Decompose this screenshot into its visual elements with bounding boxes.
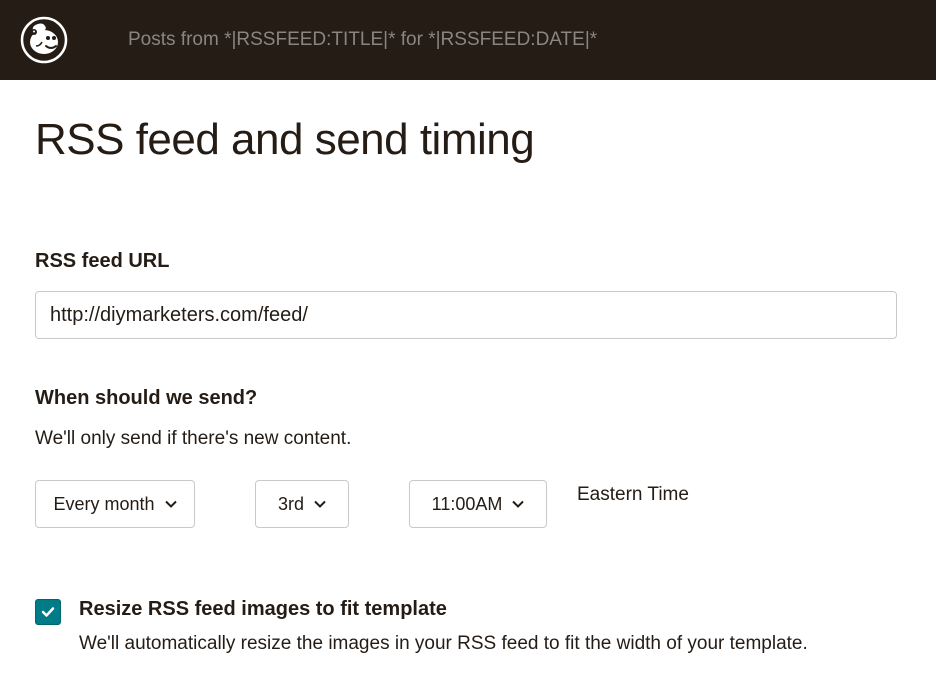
checkmark-icon [40, 604, 56, 620]
rss-url-label: RSS feed URL [35, 250, 901, 273]
chevron-down-icon [314, 498, 326, 510]
chevron-down-icon [165, 498, 177, 510]
resize-content: Resize RSS feed images to fit template W… [79, 598, 901, 655]
frequency-dropdown[interactable]: Every month [35, 480, 195, 528]
day-value: 3rd [278, 494, 304, 515]
resize-option: Resize RSS feed images to fit template W… [35, 598, 901, 655]
time-dropdown[interactable]: 11:00AM [409, 480, 547, 528]
header-title: Posts from *|RSSFEED:TITLE|* for *|RSSFE… [128, 29, 597, 51]
frequency-value: Every month [53, 494, 154, 515]
page-title: RSS feed and send timing [35, 115, 901, 165]
day-dropdown[interactable]: 3rd [255, 480, 349, 528]
schedule-helper: We'll only send if there's new content. [35, 428, 901, 450]
resize-label: Resize RSS feed images to fit template [79, 598, 901, 621]
rss-url-input[interactable] [35, 291, 897, 339]
chevron-down-icon [512, 498, 524, 510]
main-content: RSS feed and send timing RSS feed URL Wh… [0, 80, 936, 655]
time-value: 11:00AM [432, 494, 503, 515]
mailchimp-logo[interactable] [20, 16, 68, 64]
schedule-label: When should we send? [35, 387, 901, 410]
timezone-label: Eastern Time [577, 484, 689, 506]
schedule-dropdowns: Every month 3rd 11:00AM Eastern Time [35, 480, 901, 528]
resize-checkbox[interactable] [35, 599, 61, 625]
resize-helper: We'll automatically resize the images in… [79, 633, 901, 655]
app-header: Posts from *|RSSFEED:TITLE|* for *|RSSFE… [0, 0, 936, 80]
